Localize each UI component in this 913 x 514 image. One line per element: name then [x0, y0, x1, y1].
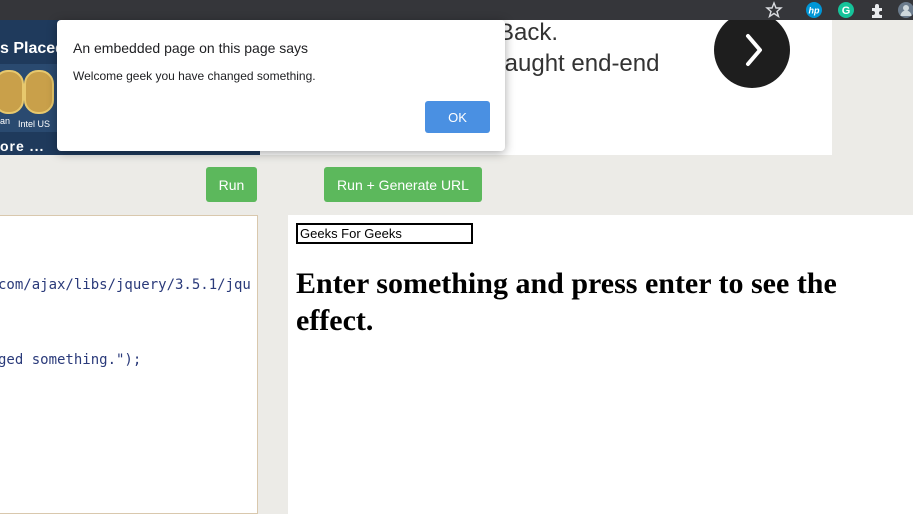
- banner-caption: an: [0, 116, 11, 126]
- run-button[interactable]: Run: [206, 167, 257, 202]
- puzzle-extensions-icon[interactable]: [869, 1, 887, 19]
- page-heading: Enter something and press enter to see t…: [296, 267, 837, 337]
- output-preview: Enter something and press enter to see t…: [288, 215, 913, 514]
- svg-text:G: G: [842, 5, 851, 17]
- hp-extension-icon[interactable]: hp: [805, 1, 823, 19]
- grammarly-extension-icon[interactable]: G: [837, 1, 855, 19]
- banner-title: s Placed: [0, 40, 65, 57]
- text-input[interactable]: [296, 223, 473, 244]
- person-photo: [24, 70, 54, 114]
- run-generate-url-button[interactable]: Run + Generate URL: [324, 167, 482, 202]
- code-editor[interactable]: com/ajax/libs/jquery/3.5.1/jqu ged somet…: [0, 215, 258, 514]
- code-line: ged something.");: [0, 352, 142, 368]
- banner-caption: Intel US: [18, 119, 51, 129]
- alert-message: Welcome geek you have changed something.: [73, 69, 316, 83]
- person-photo: [0, 70, 24, 114]
- chevron-right-icon: [746, 34, 762, 66]
- ok-button[interactable]: OK: [425, 101, 490, 133]
- next-arrow-button[interactable]: [714, 20, 790, 88]
- profile-icon[interactable]: [897, 1, 913, 19]
- star-icon[interactable]: [765, 1, 783, 19]
- banner-more-link[interactable]: ore ...: [0, 138, 44, 154]
- alert-dialog: An embedded page on this page says Welco…: [57, 20, 505, 151]
- browser-toolbar: hp G: [0, 0, 913, 20]
- banner-text-line: taught end-end: [498, 50, 660, 77]
- banner-text-line: Back.: [498, 20, 559, 46]
- code-line: com/ajax/libs/jquery/3.5.1/jqu: [0, 277, 251, 293]
- svg-text:hp: hp: [809, 6, 820, 16]
- alert-title: An embedded page on this page says: [73, 40, 309, 56]
